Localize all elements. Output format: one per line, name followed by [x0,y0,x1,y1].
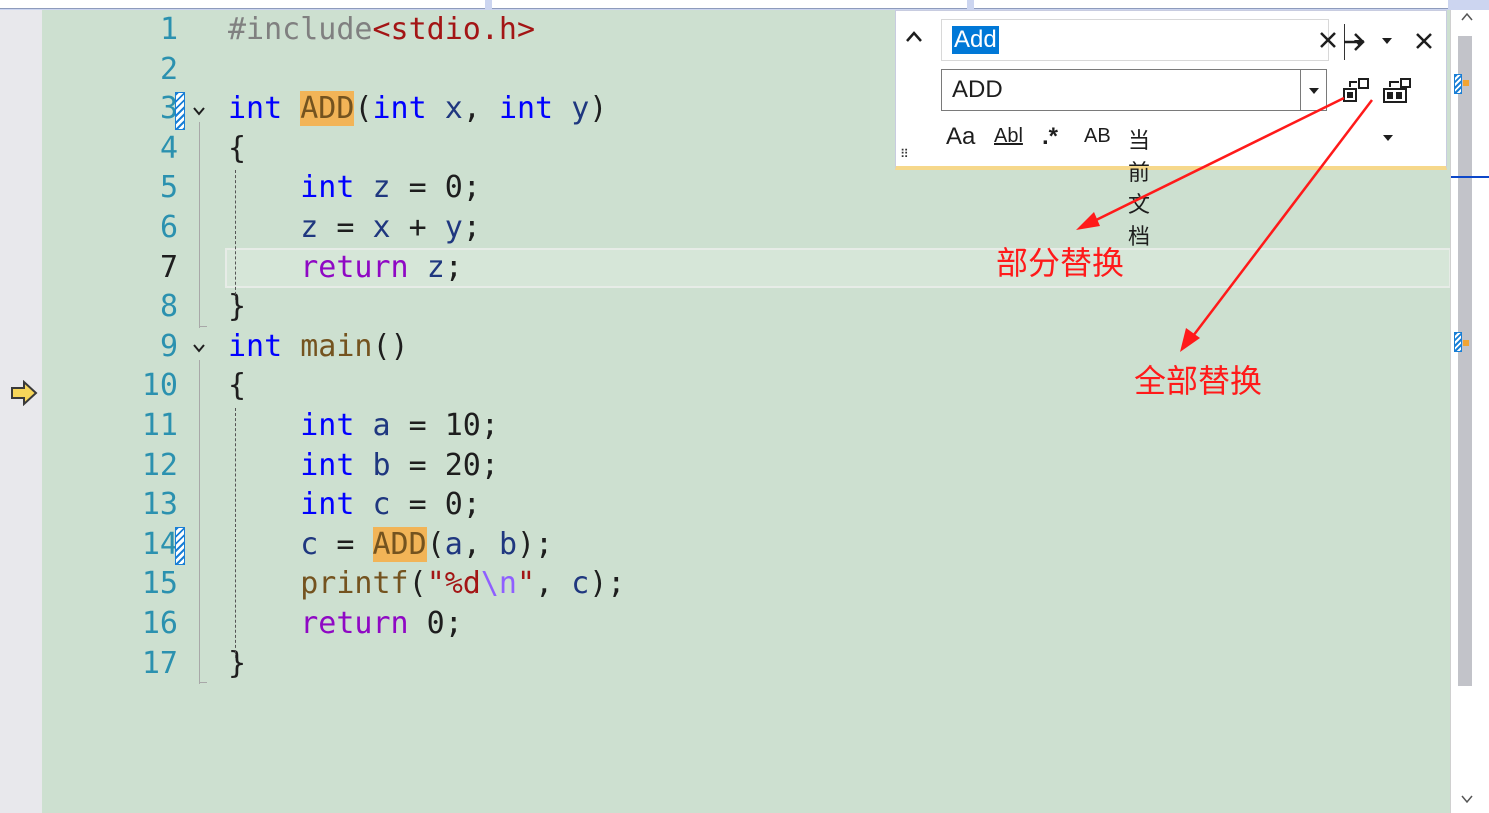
arrow-line [1189,99,1373,341]
replace-all-annotation: 全部替换 [1134,362,1263,400]
replace-one-annotation: 部分替换 [996,244,1125,282]
arrow-head [1076,212,1100,230]
arrow-line [1087,96,1345,226]
annotation-arrows [1076,96,1373,352]
